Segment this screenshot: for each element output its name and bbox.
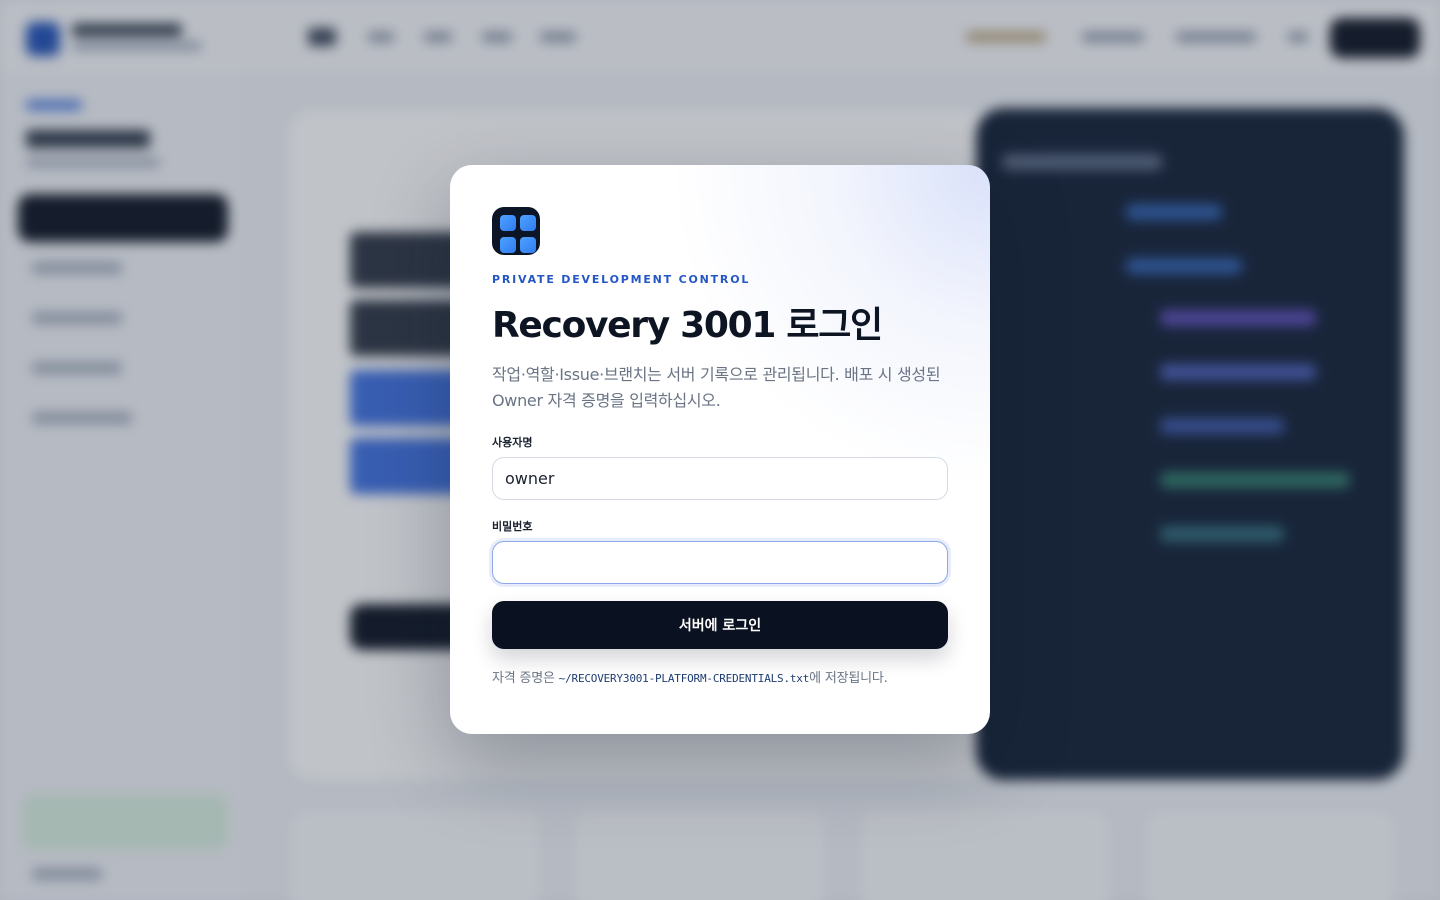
login-description: 작업·역할·Issue·브랜치는 서버 기록으로 관리됩니다. 배포 시 생성된… (492, 365, 941, 410)
password-label: 비밀번호 (492, 520, 533, 533)
login-eyebrow: PRIVATE DEVELOPMENT CONTROL (492, 273, 751, 286)
username-label: 사용자명 (492, 436, 533, 449)
credentials-path: ~/RECOVERY3001-PLATFORM-CREDENTIALS.txt (558, 672, 810, 685)
username-input[interactable] (492, 457, 948, 500)
grid-app-icon (492, 207, 540, 255)
login-submit-button[interactable]: 서버에 로그인 (492, 601, 948, 649)
credentials-note: 자격 증명은 ~/RECOVERY3001-PLATFORM-CREDENTIA… (492, 671, 888, 686)
login-title: Recovery 3001 로그인 (492, 305, 883, 346)
password-input[interactable] (492, 541, 948, 584)
login-modal: PRIVATE DEVELOPMENT CONTROL Recovery 300… (450, 165, 990, 734)
